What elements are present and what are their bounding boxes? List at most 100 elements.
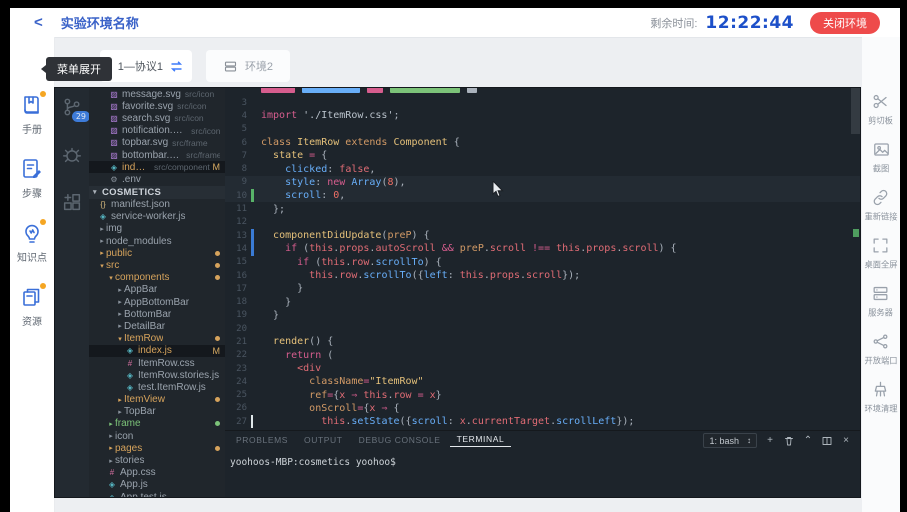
code-line-18[interactable]: 18 } [225, 295, 860, 308]
code-line-14[interactable]: 14 if (this.props.autoScroll && preP.scr… [225, 242, 860, 255]
tool-item-screenshot[interactable]: 截图 [872, 140, 891, 175]
tool-item-cleanup[interactable]: 环境清理 [863, 380, 899, 415]
line-number: 11 [225, 204, 247, 214]
panel-tab-output[interactable]: OUTPUT [297, 433, 350, 447]
tree-item-DetailBar[interactable]: ▸DetailBar [89, 320, 225, 332]
sidebar-item-manual[interactable]: 手册 [20, 93, 44, 136]
env2-tab[interactable]: 环境2 [206, 50, 290, 82]
tree-item-name: ItemRow.css [138, 358, 195, 369]
code-line-15[interactable]: 15 if (this.row.scrollTo) { [225, 256, 860, 269]
code-line-16[interactable]: 16 this.row.scrollTo({left: this.props.s… [225, 269, 860, 282]
code-line-26[interactable]: 26 onScroll={x ⇒ { [225, 402, 860, 415]
code-line-9[interactable]: 9 style: new Array(8), [225, 176, 860, 189]
tree-item-components[interactable]: ▾components [89, 272, 225, 284]
tree-item-search.svg[interactable]: ▨search.svgsrc/icon [89, 112, 225, 124]
protocol-tab[interactable]: 1—协议1 [100, 50, 192, 82]
code-line-24[interactable]: 24 className="ItemRow" [225, 375, 860, 388]
tree-item-ItemRow.stories.js[interactable]: ◈ItemRow.stories.js [89, 369, 225, 381]
tree-item-App.css[interactable]: #App.css [89, 467, 225, 479]
workspace-section-header[interactable]: ▾COSMETICS [89, 186, 225, 199]
panel-tab-problems[interactable]: PROBLEMS [229, 433, 295, 447]
tree-item-icon[interactable]: ▸icon [89, 430, 225, 442]
code-line-20[interactable]: 20 [225, 322, 860, 335]
code-line-25[interactable]: 25 ref={x ⇒ this.row = x} [225, 389, 860, 402]
tree-item-.env[interactable]: ⚙.env [89, 173, 225, 185]
tree-item-favorite.svg[interactable]: ▨favorite.svgsrc/icon [89, 100, 225, 112]
tree-item-TopBar[interactable]: ▸TopBar [89, 406, 225, 418]
panel-tab-debug-console[interactable]: DEBUG CONSOLE [352, 433, 448, 447]
extensions-icon[interactable] [61, 192, 83, 214]
source-control-icon[interactable]: 29 [61, 96, 83, 118]
tree-item-frame[interactable]: ▸frame [89, 418, 225, 430]
tree-item-BottomBar[interactable]: ▸BottomBar [89, 308, 225, 320]
tree-item-App.test.js[interactable]: ◈App.test.js [89, 491, 225, 497]
tree-item-service-worker.js[interactable]: ◈service-worker.js [89, 211, 225, 223]
tree-item-manifest.json[interactable]: {}manifest.json [89, 199, 225, 211]
swap-environment-icon[interactable] [169, 59, 184, 74]
tree-item-topbar.svg[interactable]: ▨topbar.svgsrc/frame [89, 137, 225, 149]
tree-item-img[interactable]: ▸img [89, 223, 225, 235]
panel-tab-terminal[interactable]: TERMINAL [450, 432, 512, 447]
code-line-27[interactable]: 27 this.setState({scroll: x.currentTarge… [225, 415, 860, 428]
tree-item-ItemRow[interactable]: ▾ItemRow [89, 333, 225, 345]
tree-item-name: ItemRow.stories.js [138, 370, 219, 381]
tree-item-name: message.svg [122, 89, 181, 100]
editor-scrollbar[interactable] [851, 88, 860, 134]
tool-item-fullscreen[interactable]: 桌面全屏 [863, 236, 899, 271]
back-button[interactable]: < [34, 14, 43, 31]
tree-item-App.js[interactable]: ◈App.js [89, 479, 225, 491]
tree-item-node_modules[interactable]: ▸node_modules [89, 235, 225, 247]
sidebar-item-steps[interactable]: 步骤 [20, 157, 44, 200]
tool-item-relink[interactable]: 重新链接 [863, 188, 899, 223]
code-line-4[interactable]: 4import './ItemRow.css'; [225, 109, 860, 122]
tree-item-ItemView[interactable]: ▸ItemView [89, 394, 225, 406]
tree-item-name: node_modules [106, 236, 172, 247]
tool-item-server[interactable]: 服务器 [867, 284, 894, 319]
code-line-3[interactable]: 3 [225, 96, 860, 109]
new-terminal-icon[interactable]: + [764, 435, 776, 447]
kill-terminal-icon[interactable] [783, 435, 795, 447]
maximize-panel-icon[interactable]: ⌃ [802, 435, 814, 447]
split-terminal-icon[interactable] [821, 435, 833, 447]
tree-item-AppBottomBar[interactable]: ▸AppBottomBar [89, 296, 225, 308]
tree-item-bottombar.svg[interactable]: ▨bottombar.svgsrc/frame [89, 149, 225, 161]
code-line-19[interactable]: 19 } [225, 309, 860, 322]
tree-item-public[interactable]: ▸public [89, 247, 225, 259]
code-line-5[interactable]: 5 [225, 123, 860, 136]
debug-icon[interactable] [61, 144, 83, 166]
tree-item-pages[interactable]: ▸pages [89, 442, 225, 454]
code-line-23[interactable]: 23 <div [225, 362, 860, 375]
tree-item-AppBar[interactable]: ▸AppBar [89, 284, 225, 296]
tool-item-clipboard[interactable]: 剪切板 [867, 92, 894, 127]
tree-item-test.ItemRow.js[interactable]: ◈test.ItemRow.js [89, 381, 225, 393]
shell-selector[interactable]: 1: bash↕ [703, 433, 757, 448]
tree-item-src[interactable]: ▾src [89, 259, 225, 271]
tree-item-index.js[interactable]: ◈index.jssrc/components...M [89, 161, 225, 173]
line-number: 15 [225, 257, 247, 267]
tree-item-ItemRow.css[interactable]: #ItemRow.css [89, 357, 225, 369]
sidebar-item-resources[interactable]: 资源 [20, 285, 44, 328]
code-line-12[interactable]: 12 [225, 216, 860, 229]
tool-item-ports[interactable]: 开放端口 [863, 332, 899, 367]
code-line-21[interactable]: 21 render() { [225, 335, 860, 348]
sidebar-item-knowledge[interactable]: 知识点 [17, 221, 47, 264]
code-line-22[interactable]: 22 return ( [225, 349, 860, 362]
tree-item-index.js[interactable]: ◈index.jsM [89, 345, 225, 357]
code-line-6[interactable]: 6class ItemRow extends Component { [225, 136, 860, 149]
code-line-13[interactable]: 13 componentDidUpdate(preP) { [225, 229, 860, 242]
svg-file-icon: ▨ [109, 114, 119, 123]
letterbox-left [0, 0, 10, 512]
close-environment-button[interactable]: 关闭环境 [810, 12, 880, 34]
line-number: 20 [225, 324, 247, 334]
tree-item-message.svg[interactable]: ▨message.svgsrc/icon [89, 88, 225, 100]
terminal-prompt[interactable]: yoohoos-MBP:cosmetics yoohoo$ [230, 457, 396, 468]
code-line-11[interactable]: 11 }; [225, 202, 860, 215]
code-line-17[interactable]: 17 } [225, 282, 860, 295]
tree-item-notification.svg[interactable]: ▨notification.svgsrc/icon [89, 125, 225, 137]
tree-item-stories[interactable]: ▸stories [89, 454, 225, 466]
code-line-7[interactable]: 7 state = { [225, 149, 860, 162]
code-line-10[interactable]: 10 scroll: 0, [225, 189, 860, 202]
code-line-8[interactable]: 8 clicked: false, [225, 162, 860, 175]
close-panel-icon[interactable]: × [840, 435, 852, 447]
code-editor[interactable]: 34import './ItemRow.css';56class ItemRow… [225, 88, 860, 430]
